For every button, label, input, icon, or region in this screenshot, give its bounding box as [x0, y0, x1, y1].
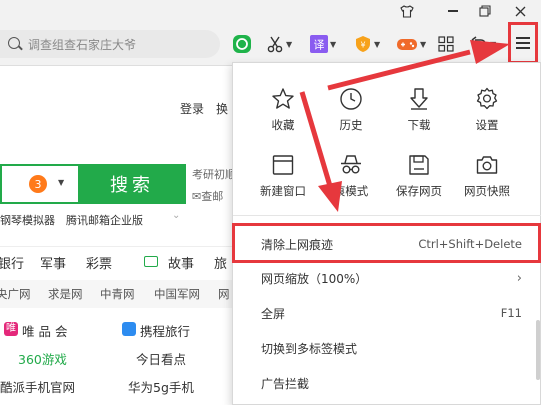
svg-text:¥: ¥ — [360, 41, 365, 50]
main-menu-button[interactable] — [508, 22, 538, 64]
nav-item[interactable]: 旅 — [214, 253, 227, 272]
undo-icon[interactable]: ▼ — [470, 34, 496, 54]
site-link[interactable]: 中国军网 — [154, 286, 200, 302]
tile-save-page[interactable]: 保存网页 — [383, 151, 455, 211]
site-links-row: 央广网 求是网 中青网 中国军网 网 — [0, 280, 240, 308]
window-icon — [269, 151, 297, 179]
site-link[interactable]: 央广网 — [0, 286, 31, 302]
menu-item-label: 广告拦截 — [261, 376, 310, 391]
camera-icon — [473, 151, 501, 179]
page-search-input[interactable]: 3 ▼ — [0, 164, 78, 204]
save-icon — [405, 151, 433, 179]
minimize-icon[interactable] — [438, 0, 468, 22]
tile-label: 收藏 — [271, 118, 295, 132]
story-icon — [144, 256, 158, 267]
shirt-skin-icon[interactable] — [392, 0, 422, 22]
menu-scrollbar[interactable] — [536, 320, 540, 380]
shield-coin-icon[interactable]: ¥ ▼ — [354, 34, 380, 54]
category-nav: 银行 军事 彩票 故事 旅 — [0, 246, 240, 276]
tile-label: 历史 — [339, 118, 363, 132]
menu-item-ad-block[interactable]: 广告拦截 — [233, 368, 541, 398]
vip-logo-icon: 唯 — [4, 322, 18, 336]
tile-label: 保存网页 — [396, 184, 442, 198]
browser-toolbar: 调查组查石家庄大爷 ▼ 译 ▼ ¥ ▼ ▼ ▼ — [0, 22, 541, 66]
clock-icon — [337, 85, 365, 113]
title-bar — [0, 0, 541, 22]
tile-label: 下载 — [407, 118, 431, 132]
huawei-link[interactable]: 华为5g手机 — [128, 377, 194, 396]
tile-label: 痕模式 — [333, 184, 369, 198]
menu-tiles: 收藏 历史 下载 设置 新建窗口 痕模式 保存网页 网页快照 — [233, 63, 541, 213]
nav-item[interactable]: 故事 — [168, 253, 194, 272]
kupai-link[interactable]: 酷派手机官网 — [0, 377, 75, 396]
login-link[interactable]: 登录 — [180, 100, 204, 117]
download-icon — [405, 85, 433, 113]
tile-favorites[interactable]: 收藏 — [247, 85, 319, 145]
tile-downloads[interactable]: 下载 — [383, 85, 455, 145]
menu-item-multi-tab[interactable]: 切换到多标签模式 — [233, 333, 541, 363]
site-link[interactable]: 求是网 — [48, 286, 83, 302]
mail-note[interactable]: ✉查邮 — [192, 188, 223, 204]
game360-link[interactable]: 360游戏 — [18, 349, 67, 368]
menu-item-label: 全屏 — [261, 306, 286, 321]
page-search-button[interactable]: 搜索 — [78, 164, 186, 204]
scissors-icon[interactable]: ▼ — [266, 34, 292, 54]
tile-new-window[interactable]: 新建窗口 — [247, 151, 319, 211]
tile-label: 设置 — [475, 118, 499, 132]
gear-icon — [473, 85, 501, 113]
nav-item[interactable]: 银行 — [0, 253, 24, 272]
svg-text:译: 译 — [314, 39, 325, 52]
incognito-icon — [337, 151, 365, 179]
chevron-down-icon: ▼ — [490, 39, 497, 49]
menu-item-zoom[interactable]: 网页缩放（100%） › — [233, 263, 541, 293]
chevron-down-icon: ▼ — [374, 39, 381, 49]
vip-link[interactable]: 唯 品 会 — [22, 321, 67, 340]
chevron-down-icon: ▼ — [58, 178, 65, 187]
restore-icon[interactable] — [470, 0, 500, 22]
tile-incognito[interactable]: 痕模式 — [315, 151, 387, 211]
star-icon — [269, 85, 297, 113]
chevron-right-icon: › — [516, 270, 522, 286]
tile-label: 网页快照 — [464, 184, 510, 198]
search-placeholder: 调查组查石家庄大爷 — [28, 37, 137, 52]
count-badge: 3 — [29, 175, 47, 193]
tool-link[interactable]: 腾讯邮箱企业版 — [66, 212, 143, 228]
nav-item[interactable]: 军事 — [40, 253, 66, 272]
mail-icon: ✉ — [192, 190, 202, 203]
site-link[interactable]: 网 — [218, 286, 230, 302]
translate-icon[interactable]: 译 ▼ — [310, 34, 336, 54]
switch-link[interactable]: 换 — [216, 100, 228, 117]
apps-grid-icon[interactable] — [438, 34, 454, 54]
menu-item-label: 切换到多标签模式 — [261, 341, 358, 356]
menu-item-fullscreen[interactable]: 全屏 F11 — [233, 298, 541, 328]
chevron-down-icon: ▼ — [330, 39, 337, 49]
tile-snapshot[interactable]: 网页快照 — [451, 151, 523, 211]
menu-item-shortcut: F11 — [500, 306, 522, 320]
site-link[interactable]: 中青网 — [100, 286, 135, 302]
gamepad-icon[interactable]: ▼ — [396, 34, 426, 54]
chevron-down-icon: ▼ — [286, 39, 293, 49]
chevron-down-icon[interactable]: ⌄ — [172, 210, 180, 221]
today-link[interactable]: 今日看点 — [136, 349, 186, 368]
tile-settings[interactable]: 设置 — [451, 85, 523, 145]
menu-item-label: 网页缩放（100%） — [261, 271, 368, 286]
ctrip-logo-icon — [122, 322, 136, 336]
menu-divider — [233, 215, 541, 216]
kaoyan-link[interactable]: 考研初顺 — [192, 166, 236, 182]
chevron-down-icon: ▼ — [420, 39, 427, 49]
ctrip-link[interactable]: 携程旅行 — [140, 321, 190, 340]
nav-item[interactable]: 彩票 — [86, 253, 112, 272]
wechat-icon[interactable] — [232, 34, 252, 54]
search-icon — [8, 37, 20, 49]
close-icon[interactable] — [505, 0, 535, 22]
search-input[interactable]: 调查组查石家庄大爷 — [0, 30, 220, 58]
highlight-box — [232, 223, 541, 263]
tile-label: 新建窗口 — [260, 184, 306, 198]
tool-link[interactable]: 钢琴模拟器 — [0, 212, 55, 228]
tile-history[interactable]: 历史 — [315, 85, 387, 145]
